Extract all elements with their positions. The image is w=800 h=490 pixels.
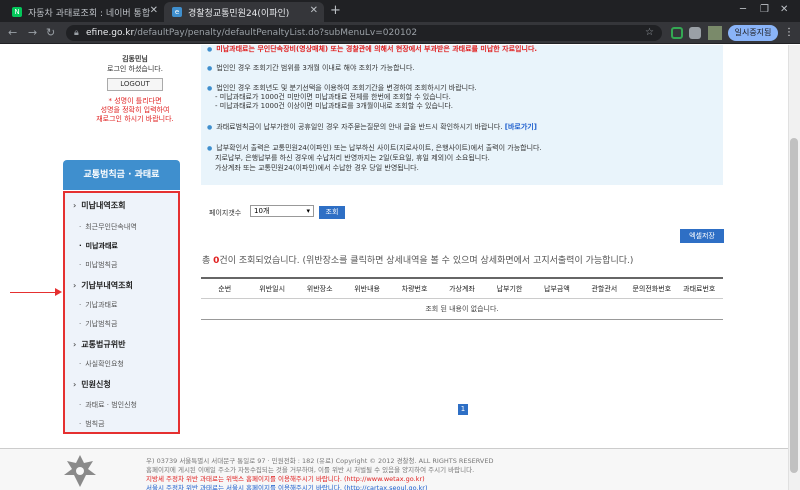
footer-cartax-link[interactable]: 서울시 주정차 위반 과태료는 서울시 홈페이지를 이용해주시기 바랍니다. (… [146,482,428,490]
info-text: 과태료범칙금이 납부가한이 공휴일인 경우 자주묻는질문의 안내 글을 반드시 … [216,123,503,131]
sidebar-item-violation[interactable]: 교통법규위반 [65,339,178,350]
web-page: 김동민님 로그인 하셨습니다. LOGOUT * 성명이 틀리다면 성명을 정확… [0,45,788,490]
close-tab-icon[interactable]: ✕ [310,5,318,16]
sidebar-item-penalty-application[interactable]: 범칙금 [65,419,178,429]
logout-button[interactable]: LOGOUT [107,78,163,91]
sidebar-title: 교통범칙금 · 과태료 [63,160,180,190]
tab-title: 자동차 과태료조회 : 네이버 통합 [28,8,151,19]
efine-favicon-icon: e [172,7,182,17]
url-path: /defaultPay/penalty/defaultPenaltyList.d… [134,28,418,38]
excel-save-button[interactable]: 엑셀저장 [680,229,724,243]
bookmark-star-icon[interactable]: ☆ [645,25,654,41]
info-line: 법인인 경우 조회기간 범위를 3개월 이내로 해야 조회가 가능합니다. [207,64,717,73]
column-header: 위반일시 [259,284,286,293]
summary-text: 건이 조회되었습니다. (위반장소를 클릭하면 상세내역을 볼 수 있으며 상세… [219,256,634,266]
info-line-top: 미납과태료는 무인단속장비(영상매체) 또는 경찰관에 의해서 현장에서 부과받… [207,45,717,54]
sidebar-item-recent-enforcement[interactable]: 최근무인단속내역 [65,222,178,232]
police-emblem-icon [64,455,96,487]
sidebar-nav: 미납내역조회 최근무인단속내역 미납과태료 미납범칙금 기납부내역조회 기납과태… [63,191,180,434]
profile-status-chip[interactable]: 일시중지됨 [728,25,778,41]
column-header: 문의전화번호 [632,284,672,293]
sidebar-item-paid-penalties[interactable]: 기납범칙금 [65,319,178,329]
login-note-line: 성명을 정확히 입력하여 [100,106,170,114]
login-status: 로그인 하셨습니다. [107,65,163,73]
sidebar-item-paid-fines[interactable]: 기납과태료 [65,300,178,310]
back-icon[interactable]: ← [8,26,17,39]
naver-favicon-icon: N [12,7,22,17]
new-tab-button[interactable]: + [330,3,341,18]
login-note: * 성명이 틀리다면 성명을 정확히 입력하여 재로그인 하시기 바랍니다. [90,97,180,124]
sidebar-item-paid-history[interactable]: 기납부내역조회 [65,280,178,291]
lock-icon: 🔒︎ [74,28,79,38]
sidebar-item-unpaid-penalties[interactable]: 미납범칙금 [65,260,178,270]
close-tab-icon[interactable]: ✕ [150,5,158,16]
info-box: 미납과태료는 무인단속장비(영상매체) 또는 경찰관에 의해서 현장에서 부과받… [201,45,723,185]
info-text: 미납과태료는 무인단속장비(영상매체) 또는 경찰관에 의해서 현장에서 부과받… [216,45,538,53]
pagination-page[interactable]: 1 [458,404,468,415]
column-header: 납부금액 [544,284,570,293]
user-name: 김동민님 [122,55,148,63]
result-table: 순번 위반일시 위반장소 위반내용 차량번호 가상계좌 납부기한 납부금액 관할… [201,277,723,320]
sidebar-item-fact-check[interactable]: 사실확인요청 [65,359,178,369]
login-box: 김동민님 로그인 하셨습니다. LOGOUT * 성명이 틀리다면 성명을 정확… [90,45,180,135]
sidebar-item-unpaid-fines[interactable]: 미납과태료 [65,241,178,251]
maximize-icon[interactable]: ❐ [760,4,769,15]
extension-icon[interactable] [671,27,683,39]
info-line: 과태료범칙금이 납부가한이 공휴일인 경우 자주묻는질문의 안내 글을 반드시 … [207,123,717,132]
info-subline: 지로납부, 은행납부를 하신 경우에 수납처리 반영까지는 2일(토요일, 휴일… [215,154,490,162]
column-header: 납부기한 [496,284,523,293]
info-line: 법인인 경우 조회년도 및 분기선택을 이용하여 조회기간을 변경하여 조회하시… [207,84,717,93]
browser-toolbar: ← → ↻ 🔒︎ efine.go.kr/defaultPay/penalty/… [0,22,800,44]
shortcut-link[interactable]: [바로가기] [505,123,537,131]
column-header: 위반장소 [306,284,333,293]
sidebar-item-petition[interactable]: 민원신청 [65,379,178,390]
profile-avatar[interactable] [708,26,722,40]
info-line: 납부확인서 출력은 교통민원24(이파인) 또는 납부하신 사이트(지로사이트,… [207,144,717,153]
sidebar-item-unpaid[interactable]: 미납내역조회 [65,200,178,211]
column-header: 순번 [218,284,232,293]
tab-title: 경찰청교통민원24(이파인) [188,8,290,19]
sidebar-item-fine-application[interactable]: 과태료 · 범인신청 [65,400,178,410]
reload-icon[interactable]: ↻ [46,26,55,39]
browser-menu-icon[interactable]: ⋮ [784,27,794,38]
browser-tab-efine[interactable]: e 경찰청교통민원24(이파인) ✕ [164,2,324,22]
page-count-select[interactable]: 10개 [250,205,314,217]
url-domain: efine.go.kr [86,28,135,38]
minimize-icon[interactable]: ─ [740,4,746,15]
login-note-line: * 성명이 틀리다면 [108,97,162,105]
column-header: 위반내용 [354,284,380,293]
close-window-icon[interactable]: ✕ [780,4,788,15]
column-header: 가상계좌 [449,284,475,293]
page-count-label: 페이지갯수 [209,209,242,217]
column-header: 관할관서 [591,284,618,293]
forward-icon[interactable]: → [28,26,37,39]
scrollbar-thumb[interactable] [790,138,798,473]
footer: 우) 03739 서울특별시 서대문구 통일로 97 · 민원전화 : 182 … [0,448,788,490]
annotation-arrow-head [55,288,62,296]
info-subline: 가상계좌 또는 교통민원24(이파인)에서 수납한 경우 당일 반영됩니다. [215,164,419,172]
address-bar[interactable]: 🔒︎ efine.go.kr/defaultPay/penalty/defaul… [66,25,662,41]
info-subline: - 미납과태료가 1000건 미만이면 미납과태료 전체를 한번에 조회할 수 … [215,93,451,101]
annotation-arrow-line [10,292,60,293]
column-header: 차량번호 [401,284,428,293]
column-header: 과태료번호 [683,284,716,293]
lookup-button[interactable]: 조회 [319,206,345,219]
empty-message: 조회 된 내용이 없습니다. [425,305,499,313]
browser-tab-naver[interactable]: N 자동차 과태료조회 : 네이버 통합 ✕ [4,2,164,22]
info-subline: - 미납과태료가 1000건 이상이면 미납과태료를 3개월이내로 조회할 수 … [215,102,454,110]
summary-prefix: 총 [202,256,211,266]
table-header: 순번 위반일시 위반장소 위반내용 차량번호 가상계좌 납부기한 납부금액 관할… [201,279,723,299]
login-note-line: 재로그인 하시기 바랍니다. [96,115,174,123]
browser-tab-bar: N 자동차 과태료조회 : 네이버 통합 ✕ e 경찰청교통민원24(이파인) … [0,0,800,22]
result-summary: 총 0건이 조회되었습니다. (위반장소를 클릭하면 상세내역을 볼 수 있으며… [202,253,633,266]
extensions-puzzle-icon[interactable] [689,27,701,39]
